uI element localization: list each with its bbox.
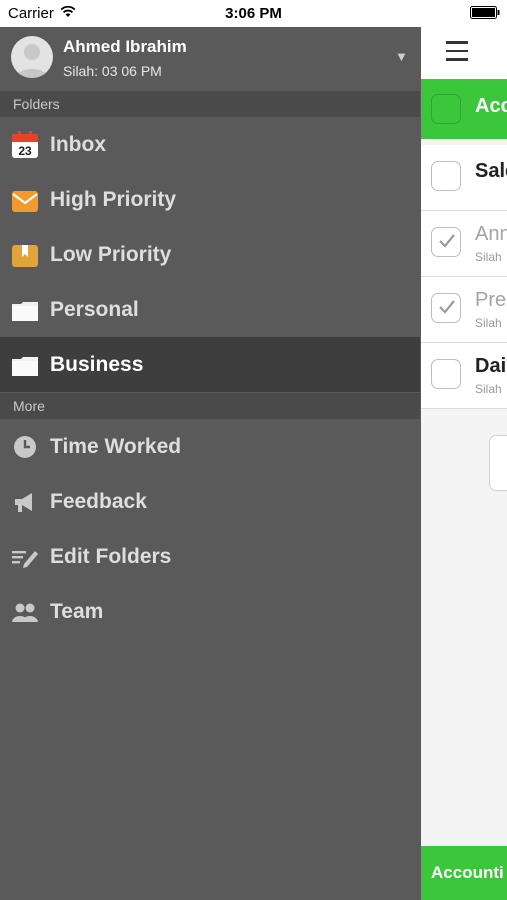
task-title: Dai [475, 355, 507, 377]
task-subtitle: Silah [475, 382, 502, 396]
task-list-panel: Acc Sale Ann Silah Pre Silah Dai Silah A… [421, 27, 507, 900]
task-subtitle: Silah [475, 316, 502, 330]
sidebar-item-personal[interactable]: Personal [0, 282, 420, 337]
avatar [11, 36, 53, 78]
task-title: Acc [475, 95, 507, 117]
team-icon [12, 603, 38, 622]
task-checkbox-checked[interactable] [431, 227, 461, 257]
sidebar-item-label: Business [50, 353, 144, 376]
sidebar-item-label: Personal [50, 298, 139, 321]
sidebar-item-time-worked[interactable]: Time Worked [0, 419, 420, 474]
task-title: Sale [475, 160, 507, 182]
sidebar-item-feedback[interactable]: Feedback [0, 474, 420, 529]
dropdown-triangle-icon[interactable]: ▼ [395, 49, 408, 64]
sidebar-item-label: Edit Folders [50, 545, 172, 568]
sidebar-item-team[interactable]: Team [0, 584, 420, 639]
folder-footer-button[interactable]: Accounti [421, 846, 507, 900]
folder-icon [12, 302, 38, 321]
task-row[interactable]: Dai Silah [421, 343, 507, 409]
clock-icon [14, 436, 36, 458]
edit-list-icon [12, 551, 38, 568]
footer-label: Accounti [431, 863, 504, 882]
task-checkbox[interactable] [431, 359, 461, 389]
sidebar-item-label: High Priority [50, 188, 177, 211]
checkmark-icon [439, 300, 455, 314]
sidebar-item-label: Feedback [50, 490, 147, 513]
status-bar: Carrier 3:06 PM [0, 0, 507, 27]
task-title: Pre [475, 289, 507, 311]
task-row-highlighted[interactable]: Acc [421, 79, 507, 139]
sidebar-item-high-priority[interactable]: High Priority [0, 172, 420, 227]
profile-header[interactable]: Ahmed Ibrahim Silah: 03 06 PM ▼ [0, 27, 420, 91]
sidebar-item-inbox[interactable]: 23 Inbox [0, 117, 420, 172]
orange-envelope-icon [12, 191, 38, 212]
add-task-button[interactable] [489, 435, 507, 491]
task-checkbox[interactable] [431, 161, 461, 191]
sidebar-item-low-priority[interactable]: Low Priority [0, 227, 420, 282]
profile-subtitle: Silah: 03 06 PM [63, 63, 162, 79]
task-checkbox-checked[interactable] [431, 293, 461, 323]
sidebar-item-label: Time Worked [50, 435, 182, 458]
sidebar-item-label: Low Priority [50, 243, 172, 266]
sidebar-item-label: Team [50, 600, 104, 623]
sidebar-item-edit-folders[interactable]: Edit Folders [0, 529, 420, 584]
task-row[interactable]: Sale [421, 145, 507, 211]
section-header-more: More [0, 393, 420, 419]
main-toolbar [421, 27, 507, 79]
task-checkbox[interactable] [431, 94, 461, 124]
task-row[interactable]: Pre Silah [421, 277, 507, 343]
hamburger-menu-icon[interactable] [446, 41, 468, 63]
task-subtitle: Silah [475, 250, 502, 264]
task-row[interactable]: Ann Silah [421, 211, 507, 277]
profile-name: Ahmed Ibrahim [63, 37, 187, 56]
calendar-icon: 23 [12, 131, 38, 158]
task-title: Ann [475, 223, 507, 245]
side-drawer: Ahmed Ibrahim Silah: 03 06 PM ▼ Folders … [0, 27, 420, 900]
svg-text:23: 23 [18, 144, 32, 158]
checkmark-icon [439, 234, 455, 248]
folder-icon [12, 357, 38, 376]
battery-icon [470, 6, 500, 19]
clock-time: 3:06 PM [225, 5, 282, 22]
sidebar-item-business[interactable]: Business [0, 337, 420, 392]
megaphone-icon [15, 493, 32, 512]
section-header-folders: Folders [0, 91, 420, 117]
sidebar-item-label: Inbox [50, 133, 106, 156]
bookmark-box-icon [12, 245, 38, 267]
